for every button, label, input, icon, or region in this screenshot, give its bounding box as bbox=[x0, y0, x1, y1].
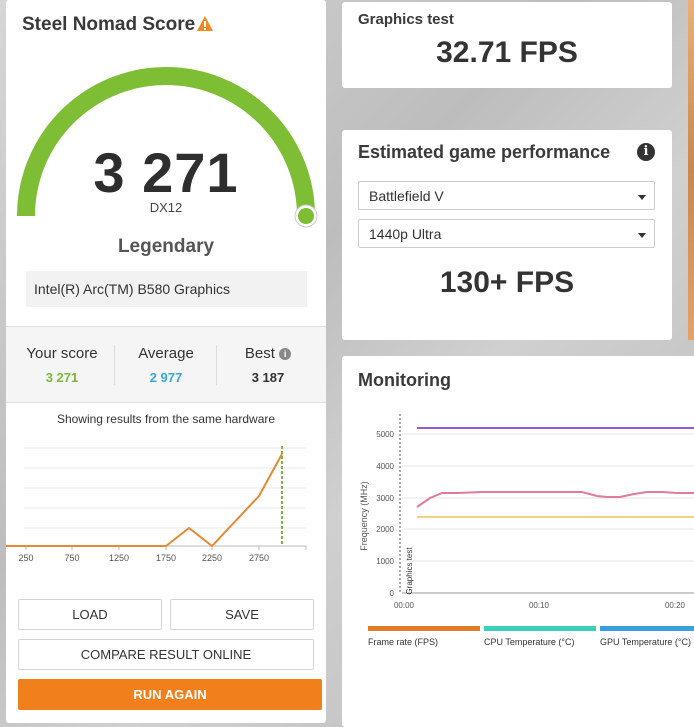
graphics-test-value: 32.71 FPS bbox=[436, 36, 578, 69]
x-tick-label: 00:20 bbox=[665, 601, 686, 610]
estimated-fps: 130+ FPS bbox=[439, 266, 575, 299]
x-tick-label: 00:10 bbox=[529, 601, 550, 610]
stat-best: Best i 3 187 bbox=[216, 345, 318, 385]
legend-gpu-temperature[interactable]: GPU Temperature (°C) bbox=[600, 626, 694, 647]
y-tick-label: 5000 bbox=[376, 430, 394, 439]
save-button[interactable]: SAVE bbox=[170, 599, 314, 630]
warning-triangle-icon[interactable] bbox=[196, 15, 214, 33]
graphics-test-label: Graphics test bbox=[358, 11, 454, 28]
y-tick-label: 2000 bbox=[376, 525, 394, 534]
stat-average-label: Average bbox=[138, 345, 194, 362]
score-tier: Legendary bbox=[117, 236, 215, 257]
hardware-note: Showing results from the same hardware bbox=[56, 412, 276, 426]
score-stats: Your score 3 271 Average 2 977 Best i 3 … bbox=[6, 326, 326, 403]
load-button[interactable]: LOAD bbox=[18, 599, 162, 630]
y-tick-label: 3000 bbox=[376, 494, 394, 503]
stat-your-score: Your score 3 271 bbox=[12, 345, 112, 385]
run-again-button[interactable]: RUN AGAIN bbox=[18, 679, 322, 710]
gpu-clock-series bbox=[416, 491, 694, 508]
legend-cpu-temperature[interactable]: CPU Temperature (°C) bbox=[484, 626, 596, 647]
score-distribution-chart: 250 750 1250 1750 2250 2750 bbox=[6, 446, 307, 563]
gpu-name: Intel(R) Arc(TM) B580 Graphics bbox=[26, 271, 307, 307]
y-tick-label: 4000 bbox=[376, 462, 394, 471]
monitoring-card: Monitoring 5000 4000 3000 2000 1000 0 Fr… bbox=[342, 356, 694, 727]
compare-online-button[interactable]: COMPARE RESULT ONLINE bbox=[18, 639, 314, 670]
y-axis-label: Frequency (MHz) bbox=[359, 481, 369, 551]
x-tick-label: 1250 bbox=[109, 553, 129, 563]
score-title: Steel Nomad Score bbox=[22, 14, 196, 35]
monitoring-grid bbox=[402, 433, 694, 594]
preset-select[interactable]: 1440p Ultra bbox=[358, 219, 655, 248]
y-tick-label: 0 bbox=[390, 589, 395, 598]
phase-label: Graphics test bbox=[405, 547, 414, 595]
score-value: 3 271 bbox=[93, 141, 239, 204]
stat-your-label: Your score bbox=[26, 345, 98, 362]
legend-label: GPU Temperature (°C) bbox=[600, 637, 691, 647]
game-select-value: Battlefield V bbox=[369, 188, 444, 204]
estimated-title: Estimated game performance bbox=[358, 142, 611, 162]
chevron-down-icon bbox=[638, 195, 646, 200]
monitoring-title: Monitoring bbox=[358, 370, 451, 390]
score-card: Steel Nomad Score 3 271 DX12 Legendary I… bbox=[6, 0, 326, 723]
preset-select-value: 1440p Ultra bbox=[369, 226, 442, 242]
legend-swatch bbox=[600, 626, 694, 631]
estimated-performance-card: Estimated game performance i Battlefield… bbox=[342, 130, 672, 340]
x-tick-label: 250 bbox=[18, 553, 33, 563]
legend-swatch bbox=[484, 626, 596, 631]
stat-best-label-row: Best i bbox=[218, 345, 318, 362]
y-tick-label: 1000 bbox=[376, 557, 394, 566]
stat-best-label: Best bbox=[244, 345, 275, 362]
legend-label: Frame rate (FPS) bbox=[368, 637, 439, 647]
graphics-test-card: Graphics test 32.71 FPS bbox=[342, 2, 672, 88]
monitoring-chart: 5000 4000 3000 2000 1000 0 Frequency (MH… bbox=[359, 414, 694, 610]
stat-best-value: 3 187 bbox=[251, 370, 285, 385]
legend-label: CPU Temperature (°C) bbox=[484, 637, 575, 647]
stat-average: Average 2 977 bbox=[114, 345, 216, 385]
info-icon[interactable]: i bbox=[637, 143, 655, 161]
x-tick-label: 00:00 bbox=[394, 601, 415, 610]
x-tick-label: 2750 bbox=[249, 553, 269, 563]
background-image-strip bbox=[688, 0, 694, 340]
x-tick-label: 2250 bbox=[202, 553, 222, 563]
score-api: DX12 bbox=[149, 200, 183, 215]
x-tick-label: 750 bbox=[64, 553, 79, 563]
chevron-down-icon bbox=[638, 233, 646, 238]
stat-average-value: 2 977 bbox=[149, 370, 183, 385]
info-icon[interactable]: i bbox=[279, 348, 292, 360]
legend-frame-rate[interactable]: Frame rate (FPS) bbox=[368, 626, 480, 647]
x-tick-label: 1750 bbox=[156, 553, 176, 563]
stat-your-value: 3 271 bbox=[45, 370, 79, 385]
game-select[interactable]: Battlefield V bbox=[358, 181, 655, 210]
legend-swatch bbox=[368, 626, 480, 631]
